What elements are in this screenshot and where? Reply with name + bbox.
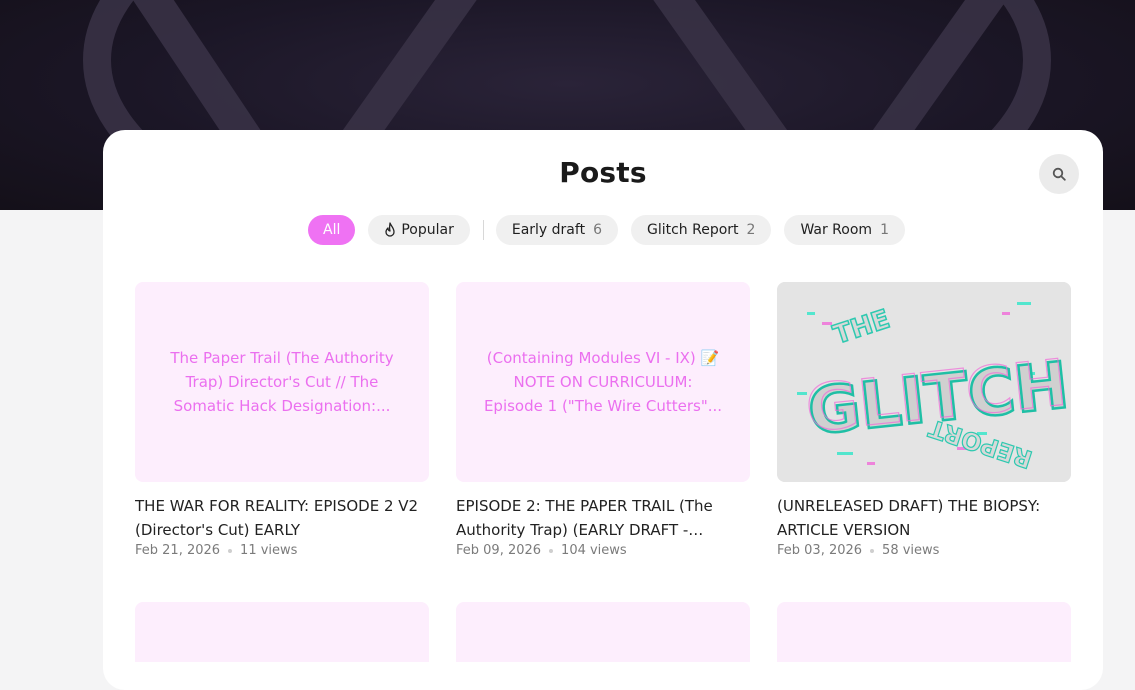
post-card[interactable]: The Paper Trail (The Authority Trap) Dir… — [135, 282, 429, 558]
post-views: 104 views — [561, 543, 627, 558]
filter-popular-label: Popular — [401, 222, 454, 238]
filter-bar: All Popular Early draft 6 Glitch Report … — [308, 215, 918, 245]
post-card[interactable] — [777, 602, 1071, 662]
tag-label: Glitch Report — [646, 222, 739, 238]
filter-popular[interactable]: Popular — [368, 215, 470, 245]
post-views: 11 views — [240, 543, 298, 558]
post-card[interactable] — [135, 602, 429, 662]
filter-tag-glitch-report[interactable]: Glitch Report 2 — [630, 215, 772, 245]
post-meta: Feb 21, 2026 11 views — [135, 543, 429, 558]
post-title[interactable]: EPISODE 2: THE PAPER TRAIL (The Authorit… — [456, 494, 750, 542]
tag-label: Early draft — [511, 222, 586, 238]
post-date: Feb 09, 2026 — [456, 543, 542, 558]
tag-count: 2 — [746, 222, 756, 238]
post-title[interactable]: THE WAR FOR REALITY: EPISODE 2 V2 (Direc… — [135, 494, 429, 542]
post-card[interactable]: THE GLITCH GLITCH REPORT (UNRELEASED DRA… — [777, 282, 1071, 558]
filter-all[interactable]: All — [308, 215, 356, 245]
post-thumbnail[interactable]: The Paper Trail (The Authority Trap) Dir… — [135, 282, 429, 482]
post-thumbnail-image[interactable]: THE GLITCH GLITCH REPORT — [777, 282, 1071, 482]
meta-separator — [870, 548, 875, 553]
post-meta: Feb 03, 2026 58 views — [777, 543, 1071, 558]
filter-tag-early-draft[interactable]: Early draft 6 — [495, 215, 618, 245]
meta-separator — [228, 548, 233, 553]
tag-count: 6 — [593, 222, 602, 238]
meta-separator — [549, 548, 554, 553]
filter-tag-war-room[interactable]: War Room 1 — [784, 215, 905, 245]
search-button[interactable] — [1039, 154, 1079, 194]
post-card[interactable]: (Containing Modules VI - IX) 📝 NOTE ON C… — [456, 282, 750, 558]
post-thumbnail[interactable] — [777, 602, 1071, 662]
thumbnail-excerpt: The Paper Trail (The Authority Trap) Dir… — [170, 349, 394, 415]
filter-divider — [482, 220, 484, 240]
post-views: 58 views — [882, 543, 940, 558]
page-title: Posts — [559, 156, 647, 189]
flame-icon — [384, 222, 396, 238]
search-icon — [1052, 167, 1066, 181]
post-title[interactable]: (UNRELEASED DRAFT) THE BIOPSY: ARTICLE V… — [777, 494, 1071, 542]
post-date: Feb 03, 2026 — [777, 543, 863, 558]
post-card[interactable] — [456, 602, 750, 662]
glitch-report-logo: THE GLITCH GLITCH REPORT — [777, 282, 1071, 482]
tag-label: War Room — [800, 222, 873, 238]
filter-all-label: All — [323, 222, 341, 238]
post-thumbnail[interactable]: (Containing Modules VI - IX) 📝 NOTE ON C… — [456, 282, 750, 482]
tag-count: 1 — [880, 222, 889, 238]
post-thumbnail[interactable] — [135, 602, 429, 662]
post-date: Feb 21, 2026 — [135, 543, 221, 558]
post-thumbnail[interactable] — [456, 602, 750, 662]
post-meta: Feb 09, 2026 104 views — [456, 543, 750, 558]
thumbnail-excerpt: (Containing Modules VI - IX) 📝 NOTE ON C… — [483, 349, 723, 415]
posts-panel: Posts All Popular Early draft 6 Glitch R… — [103, 130, 1103, 690]
